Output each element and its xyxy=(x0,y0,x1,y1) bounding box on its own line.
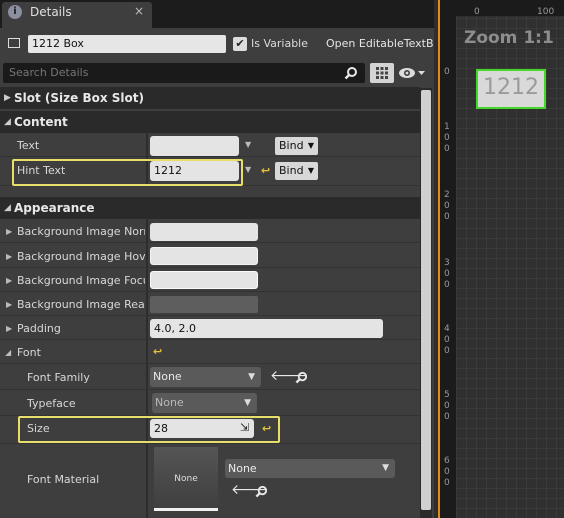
category-slot-label: Slot (Size Box Slot) xyxy=(14,91,144,105)
text-field[interactable] xyxy=(150,136,239,156)
typeface-value: None xyxy=(155,396,184,409)
bind-label: Bind xyxy=(279,139,304,152)
ruler-tick-label: 4 0 0 xyxy=(444,324,450,356)
padding-field[interactable]: 4.0, 2.0 xyxy=(150,319,383,338)
font-material-value: None xyxy=(228,462,257,475)
bg-focused-label: Background Image Focused xyxy=(17,274,145,287)
search-input[interactable]: Search Details xyxy=(3,63,365,83)
tab-details[interactable] xyxy=(2,2,152,28)
bind-caret-icon: ▼ xyxy=(307,141,314,150)
ruler-tick-label: 1 0 0 xyxy=(444,122,450,154)
bg-normal-swatch[interactable] xyxy=(150,223,258,241)
padding-label: Padding xyxy=(17,322,61,335)
font-label: Font xyxy=(17,346,41,359)
tab-title: Details xyxy=(30,5,72,19)
font-family-dropdown[interactable]: None ▼ xyxy=(150,367,261,387)
scrollbar-thumb[interactable] xyxy=(421,90,431,510)
expand-arrow-icon[interactable]: ▶ xyxy=(6,227,12,236)
chevron-down-icon: ▼ xyxy=(244,398,251,408)
collapse-arrow-icon: ◢ xyxy=(4,203,11,213)
expand-arrow-icon[interactable]: ▶ xyxy=(6,276,12,285)
text-label: Text xyxy=(17,139,40,152)
size-field[interactable]: 28 xyxy=(150,419,254,438)
bg-read-only-label: Background Image Read Only xyxy=(17,298,145,311)
category-slot[interactable]: ▶ Slot (Size Box Slot) xyxy=(0,87,420,109)
bg-hovered-label: Background Image Hovered xyxy=(17,250,145,263)
ruler-tick-label: 5 0 0 xyxy=(444,390,450,422)
bg-read-only-swatch[interactable] xyxy=(150,296,258,313)
is-variable-label: Is Variable xyxy=(251,37,309,50)
bind-caret-icon: ▼ xyxy=(307,166,314,175)
bg-focused-swatch[interactable] xyxy=(150,271,258,289)
font-material-dropdown[interactable]: None ▼ xyxy=(225,459,395,478)
text-bind-button[interactable]: Bind ▼ xyxy=(275,137,318,155)
property-row-font xyxy=(0,340,420,364)
material-thumbnail-label: None xyxy=(174,474,198,484)
bg-hovered-swatch[interactable] xyxy=(150,247,258,265)
reset-to-default-icon[interactable]: ↩ xyxy=(153,345,162,358)
collapse-arrow-icon[interactable]: ◢ xyxy=(5,348,11,357)
category-content-label: Content xyxy=(14,115,68,129)
ruler-tick-label: 3 0 0 xyxy=(444,258,450,290)
reset-to-default-icon[interactable]: ↩ xyxy=(262,422,271,435)
collapse-arrow-icon: ◢ xyxy=(4,117,11,127)
bg-normal-label: Background Image Normal xyxy=(17,225,145,238)
tab-close-icon[interactable]: × xyxy=(134,4,144,18)
zoom-level: Zoom 1:1 xyxy=(464,28,554,48)
chevron-down-icon: ▼ xyxy=(248,372,255,382)
hint-text-field[interactable]: 1212 xyxy=(150,161,239,181)
ruler-tick-label: 6 0 0 xyxy=(444,456,450,488)
font-family-value: None xyxy=(153,370,182,383)
size-label: Size xyxy=(27,422,50,435)
is-variable-checkbox[interactable]: ✔ xyxy=(233,37,247,51)
typeface-dropdown[interactable]: None ▼ xyxy=(152,393,257,413)
chevron-down-icon: ▼ xyxy=(382,463,389,473)
preview-hint-text: 1212 xyxy=(483,75,539,100)
reset-to-default-icon[interactable]: ↩ xyxy=(261,164,270,177)
expand-arrow-icon[interactable]: ▶ xyxy=(6,300,12,309)
ruler-tick-label: 0 xyxy=(444,67,450,77)
open-editable-text-box-link[interactable]: Open EditableTextBox xyxy=(326,37,434,50)
browse-search-icon[interactable] xyxy=(295,371,308,384)
bind-label: Bind xyxy=(279,164,304,177)
hint-text-bind-button[interactable]: Bind ▼ xyxy=(275,162,318,180)
category-appearance-label: Appearance xyxy=(14,201,95,215)
typeface-label: Typeface xyxy=(27,397,76,410)
category-appearance[interactable]: ◢ Appearance xyxy=(0,197,420,219)
hint-text-label: Hint Text xyxy=(17,164,66,177)
font-material-label: Font Material xyxy=(27,473,100,486)
ruler-tick-label: 0 xyxy=(474,7,480,17)
expand-arrow-icon[interactable]: ▶ xyxy=(6,252,12,261)
spin-drag-icon[interactable]: ⇲ xyxy=(240,421,249,434)
expand-arrow-icon[interactable]: ▶ xyxy=(6,324,12,333)
details-info-icon: i xyxy=(8,5,22,19)
material-thumbnail[interactable]: None xyxy=(154,447,218,511)
property-matrix-button[interactable] xyxy=(370,63,394,83)
expand-arrow-icon: ▶ xyxy=(4,93,11,103)
ruler-tick-label: 2 0 0 xyxy=(444,190,450,222)
view-options-eye-icon[interactable] xyxy=(398,66,426,80)
font-family-label: Font Family xyxy=(27,371,90,384)
hint-text-dropdown-arrow-icon[interactable]: ▼ xyxy=(245,165,251,174)
widget-name-field[interactable]: 1212 Box xyxy=(28,35,226,53)
text-dropdown-arrow-icon[interactable]: ▼ xyxy=(245,140,251,149)
search-icon[interactable] xyxy=(344,66,358,80)
widget-icon xyxy=(8,38,20,48)
ruler-tick-label: 100 xyxy=(537,7,555,17)
grid-icon xyxy=(376,67,388,79)
category-content[interactable]: ◢ Content xyxy=(0,111,420,133)
browse-search-icon[interactable] xyxy=(255,485,268,498)
